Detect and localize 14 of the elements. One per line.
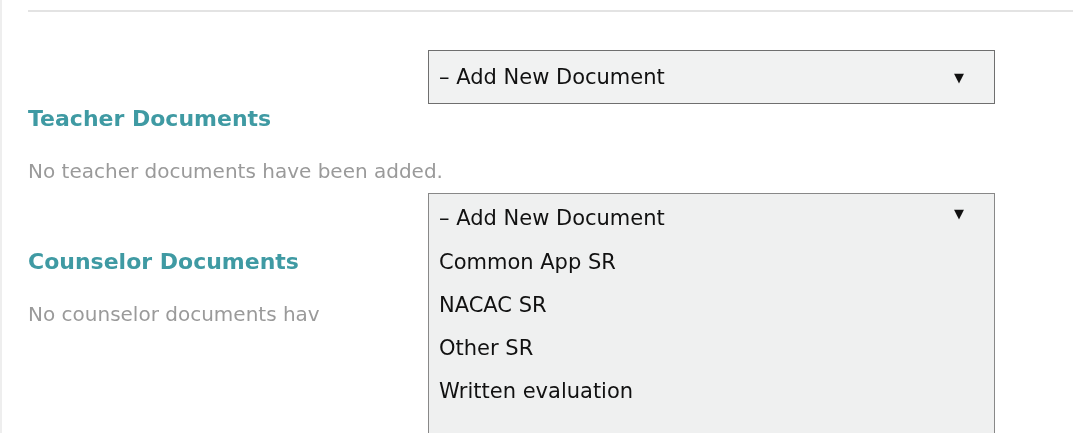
dropdown-arrow-icon: ▼: [954, 206, 964, 221]
section-heading: Counselor Documents: [28, 248, 300, 274]
dropdown-arrow-icon: ▼: [954, 69, 964, 85]
document-dropdown[interactable]: – Add New Document ▼ Common App SR NACAC SR Other SR Written evaluation: [428, 193, 995, 433]
empty-message: No teacher documents have been added.: [28, 159, 443, 183]
dropdown-option[interactable]: Common App SR: [429, 244, 994, 287]
section-heading: Teacher Documents: [28, 105, 273, 131]
dropdown-value: – Add New Document: [439, 206, 665, 230]
dropdown-option[interactable]: NACAC SR: [429, 287, 994, 330]
dropdown-option[interactable]: Other SR: [429, 330, 994, 373]
dropdown-option[interactable]: Written evaluation: [429, 373, 994, 416]
dropdown-value: – Add New Document: [439, 65, 665, 89]
document-dropdown[interactable]: – Add New Document ▼: [428, 50, 995, 104]
empty-message: No counselor documents hav: [28, 302, 320, 326]
